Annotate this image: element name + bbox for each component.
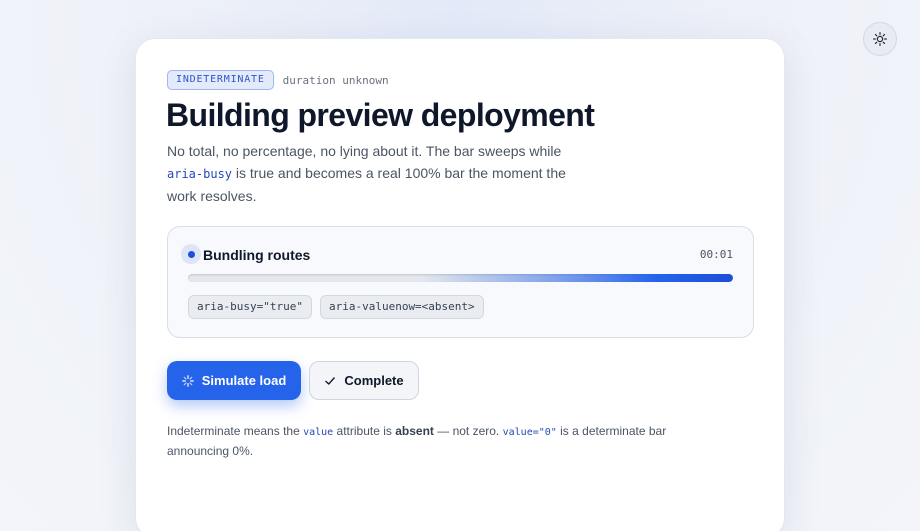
footnote-text-1: Indeterminate means the	[167, 424, 304, 438]
status-dot-icon	[181, 244, 201, 264]
sun-icon	[873, 32, 887, 46]
simulate-load-button[interactable]: Simulate load	[167, 361, 301, 400]
aria-chips: aria-busy="true" aria-valuenow=<absent>	[188, 295, 484, 319]
aria-busy-chip: aria-busy="true"	[188, 295, 312, 319]
spinner-icon	[181, 374, 194, 387]
progress-bar	[188, 274, 733, 282]
footnote: Indeterminate means the value attribute …	[167, 422, 707, 461]
aria-busy-code: aria-busy	[167, 167, 233, 181]
footnote-text-2: attribute is	[333, 424, 396, 438]
value-zero-code: value="0"	[502, 427, 557, 438]
aria-valuenow-chip: aria-valuenow=<absent>	[319, 295, 484, 319]
indeterminate-badge: INDETERMINATE	[167, 70, 274, 90]
theme-toggle-button[interactable]	[863, 22, 897, 56]
simulate-load-label: Simulate load	[201, 373, 287, 388]
duration-label: duration unknown	[282, 73, 389, 87]
status-panel: Bundling routes 00:01 aria-busy="true" a…	[167, 226, 754, 338]
complete-button[interactable]: Complete	[309, 361, 419, 400]
value-code: value	[303, 427, 334, 438]
footnote-text-3: — not zero.	[433, 424, 503, 438]
absent-emphasis: absent	[395, 424, 434, 438]
page-title: Building preview deployment	[166, 97, 595, 133]
elapsed-timer: 00:01	[699, 248, 733, 261]
description: No total, no percentage, no lying about …	[167, 140, 587, 207]
checkmark-icon	[324, 375, 336, 387]
progress-sweep	[422, 274, 733, 282]
description-text-1: No total, no percentage, no lying about …	[167, 143, 562, 159]
meta-row: INDETERMINATE duration unknown	[167, 70, 389, 90]
deployment-card: INDETERMINATE duration unknown Building …	[135, 38, 785, 531]
complete-label: Complete	[344, 373, 404, 388]
step-label: Bundling routes	[203, 247, 311, 263]
